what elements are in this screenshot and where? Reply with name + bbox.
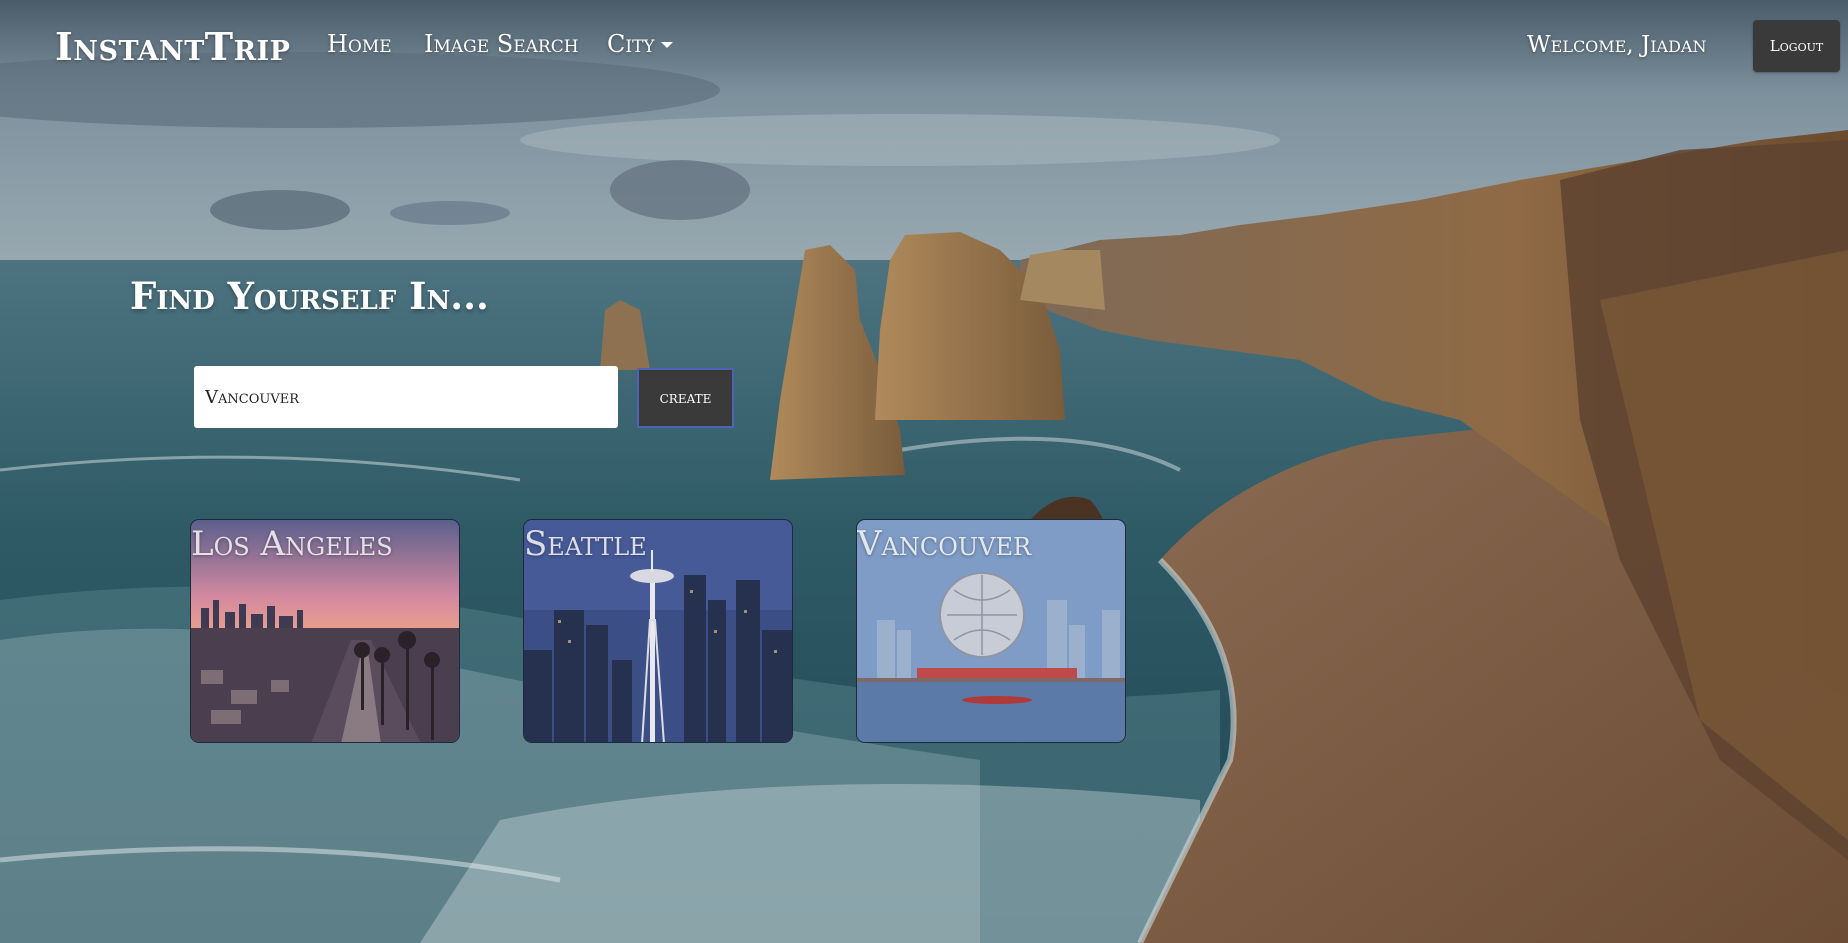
nav-city-dropdown[interactable]: City — [607, 30, 673, 58]
city-card-seattle[interactable]: Seattle — [523, 519, 793, 743]
city-card-title: Los Angeles — [191, 524, 393, 564]
city-card-vancouver[interactable]: Vancouver — [856, 519, 1126, 743]
nav-home-link[interactable]: Home — [327, 30, 392, 58]
logout-button[interactable]: Logout — [1753, 20, 1840, 72]
welcome-message: Welcome, Jiadan — [1527, 32, 1707, 58]
hero-background-image — [0, 0, 1848, 943]
city-card-title: Seattle — [524, 524, 647, 564]
city-card-title: Vancouver — [857, 524, 1032, 564]
page-headline: Find Yourself In... — [130, 274, 489, 318]
create-button[interactable]: create — [637, 368, 734, 428]
brand-logo[interactable]: InstantTrip — [55, 24, 290, 69]
top-navbar: InstantTrip Home Image Search City Welco… — [0, 0, 1848, 92]
city-search-input[interactable] — [194, 366, 618, 428]
city-card-los-angeles[interactable]: Los Angeles — [190, 519, 460, 743]
chevron-down-icon — [660, 42, 673, 48]
nav-image-search-link[interactable]: Image Search — [424, 30, 579, 58]
nav-city-label: City — [607, 30, 655, 58]
